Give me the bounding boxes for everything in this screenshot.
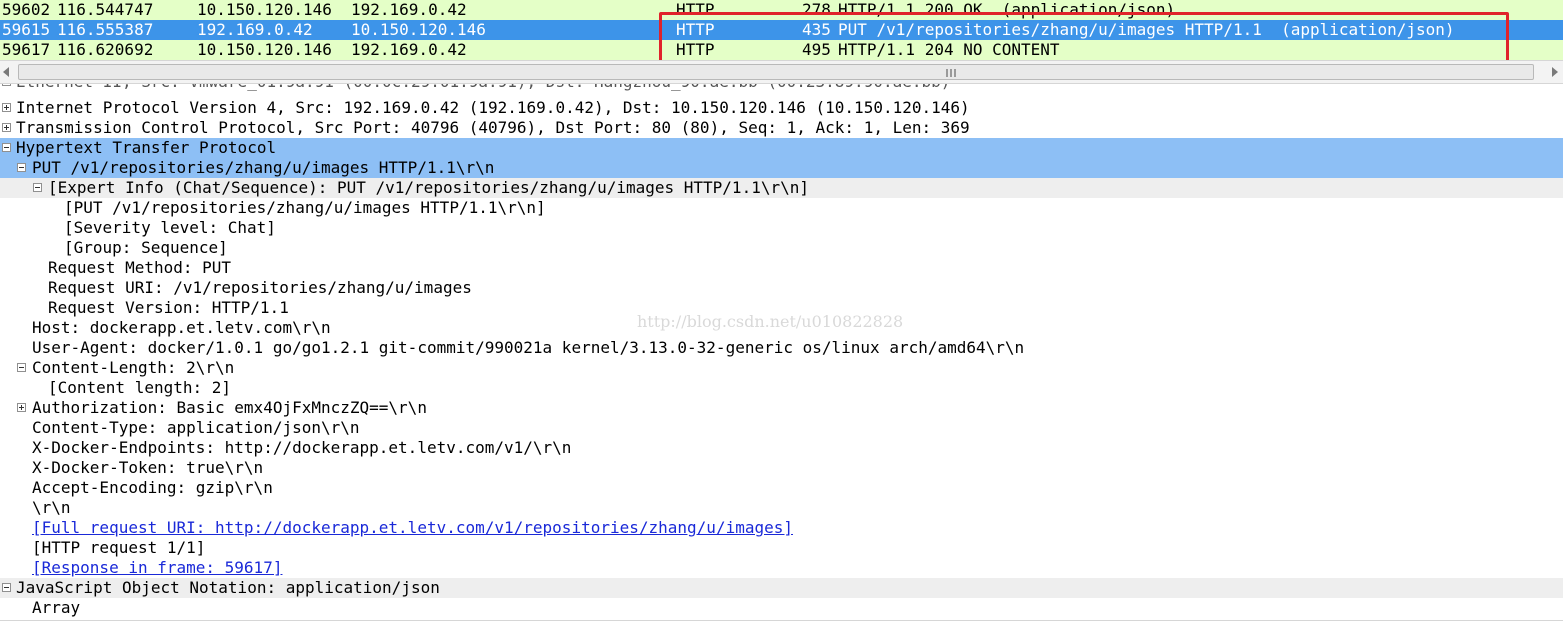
tree-item-user-agent[interactable]: User-Agent: docker/1.0.1 go/go1.2.1 git-… [0,338,1563,358]
tree-item-label: Ethernet II, Src: Vmware_01:9a:91 (00:0c… [16,84,950,92]
tree-item-label: Authorization: Basic emx4OjFxMnczZQ==\r\… [32,398,427,417]
tree-item-ip[interactable]: Internet Protocol Version 4, Src: 192.16… [0,98,1563,118]
tree-item-json[interactable]: JavaScript Object Notation: application/… [0,578,1563,598]
tree-item-content-length-sub[interactable]: [Content length: 2] [0,378,1563,398]
expand-icon[interactable] [2,84,11,86]
scrollbar-thumb[interactable] [18,64,1534,80]
tree-item-content-type[interactable]: Content-Type: application/json\r\n [0,418,1563,438]
tree-item-label: [Expert Info (Chat/Sequence): PUT /v1/re… [48,178,809,197]
tree-item-array[interactable]: Array [0,598,1563,618]
tree-item-label: Internet Protocol Version 4, Src: 192.16… [16,98,970,117]
tree-item-docker-endpoints[interactable]: X-Docker-Endpoints: http://dockerapp.et.… [0,438,1563,458]
tree-item-label: Transmission Control Protocol, Src Port:… [16,118,970,137]
tree-item-full-uri[interactable]: [Full request URI: http://dockerapp.et.l… [0,518,1563,538]
packet-number: 59602 [2,0,51,19]
tree-item-label: Request Method: PUT [48,258,232,277]
expand-icon[interactable] [2,123,11,132]
tree-item-label: Host: dockerapp.et.letv.com\r\n [32,318,331,337]
tree-item-label: [Group: Sequence] [64,238,228,257]
response-frame-link[interactable]: [Response in frame: 59617] [32,558,282,578]
grip-icon [946,69,956,77]
tree-item-http[interactable]: Hypertext Transfer Protocol [0,138,1563,158]
scroll-right-icon[interactable] [1552,67,1558,77]
tree-item-tcp[interactable]: Transmission Control Protocol, Src Port:… [0,118,1563,138]
divider [0,620,1563,621]
packet-destination: 10.150.120.146 [351,20,486,39]
tree-item-severity[interactable]: [Severity level: Chat] [0,218,1563,238]
tree-item-label: PUT /v1/repositories/zhang/u/images HTTP… [32,158,495,177]
tree-item-docker-token[interactable]: X-Docker-Token: true\r\n [0,458,1563,478]
tree-item-label: X-Docker-Token: true\r\n [32,458,264,477]
tree-item-label: \r\n [32,498,71,517]
collapse-icon[interactable] [17,163,26,172]
tree-item-label: [Content length: 2] [48,378,232,397]
collapse-icon[interactable] [2,583,11,592]
tree-item-label: Content-Type: application/json\r\n [32,418,360,437]
scroll-left-icon[interactable] [3,67,9,77]
tree-item-label: [Severity level: Chat] [64,218,276,237]
packet-number: 59617 [2,40,51,59]
tree-item-label: Accept-Encoding: gzip\r\n [32,478,273,497]
tree-item-expert-msg[interactable]: [PUT /v1/repositories/zhang/u/images HTT… [0,198,1563,218]
tree-item-accept-encoding[interactable]: Accept-Encoding: gzip\r\n [0,478,1563,498]
horizontal-scrollbar[interactable] [0,60,1563,84]
tree-item-crlf[interactable]: \r\n [0,498,1563,518]
tree-item-content-length[interactable]: Content-Length: 2\r\n [0,358,1563,378]
packet-source: 10.150.120.146 [197,40,332,59]
tree-item-ethernet[interactable]: Ethernet II, Src: Vmware_01:9a:91 (00:0c… [0,84,1563,92]
tree-item-authorization[interactable]: Authorization: Basic emx4OjFxMnczZQ==\r\… [0,398,1563,418]
packet-details-tree: Ethernet II, Src: Vmware_01:9a:91 (00:0c… [0,84,1563,627]
packet-number: 59615 [2,20,51,39]
collapse-icon[interactable] [2,143,11,152]
packet-source: 192.169.0.42 [197,20,313,39]
packet-time: 116.620692 [57,40,154,59]
tree-item-label: Array [32,598,81,617]
collapse-icon[interactable] [17,363,26,372]
packet-source: 10.150.120.146 [197,0,332,19]
tree-item-response-frame[interactable]: [Response in frame: 59617] [0,558,1563,578]
tree-item-label: User-Agent: docker/1.0.1 go/go1.2.1 git-… [32,338,1025,357]
tree-item-method[interactable]: Request Method: PUT [0,258,1563,278]
tree-item-label: Content-Length: 2\r\n [32,358,235,377]
packet-destination: 192.169.0.42 [351,40,467,59]
full-request-uri-link[interactable]: [Full request URI: http://dockerapp.et.l… [32,518,793,538]
expand-icon[interactable] [17,403,26,412]
tree-item-label: X-Docker-Endpoints: http://dockerapp.et.… [32,438,572,457]
tree-item-label: Request URI: /v1/repositories/zhang/u/im… [48,278,472,297]
tree-item-request-num[interactable]: [HTTP request 1/1] [0,538,1563,558]
tree-item-label: [PUT /v1/repositories/zhang/u/images HTT… [64,198,546,217]
highlight-box [659,12,1509,63]
tree-item-group[interactable]: [Group: Sequence] [0,238,1563,258]
tree-item-label: [HTTP request 1/1] [32,538,206,557]
packet-time: 116.555387 [57,20,154,39]
watermark: http://blog.csdn.net/u010822828 [637,312,904,331]
collapse-icon[interactable] [33,183,42,192]
expand-icon[interactable] [2,103,11,112]
tree-item-uri[interactable]: Request URI: /v1/repositories/zhang/u/im… [0,278,1563,298]
packet-time: 116.544747 [57,0,154,19]
tree-item-label: JavaScript Object Notation: application/… [16,578,440,597]
tree-item-label: Hypertext Transfer Protocol [16,138,277,157]
packet-destination: 192.169.0.42 [351,0,467,19]
tree-item-put-line[interactable]: PUT /v1/repositories/zhang/u/images HTTP… [0,158,1563,178]
tree-item-expert-info[interactable]: [Expert Info (Chat/Sequence): PUT /v1/re… [0,178,1563,198]
tree-item-label: Request Version: HTTP/1.1 [48,298,289,317]
